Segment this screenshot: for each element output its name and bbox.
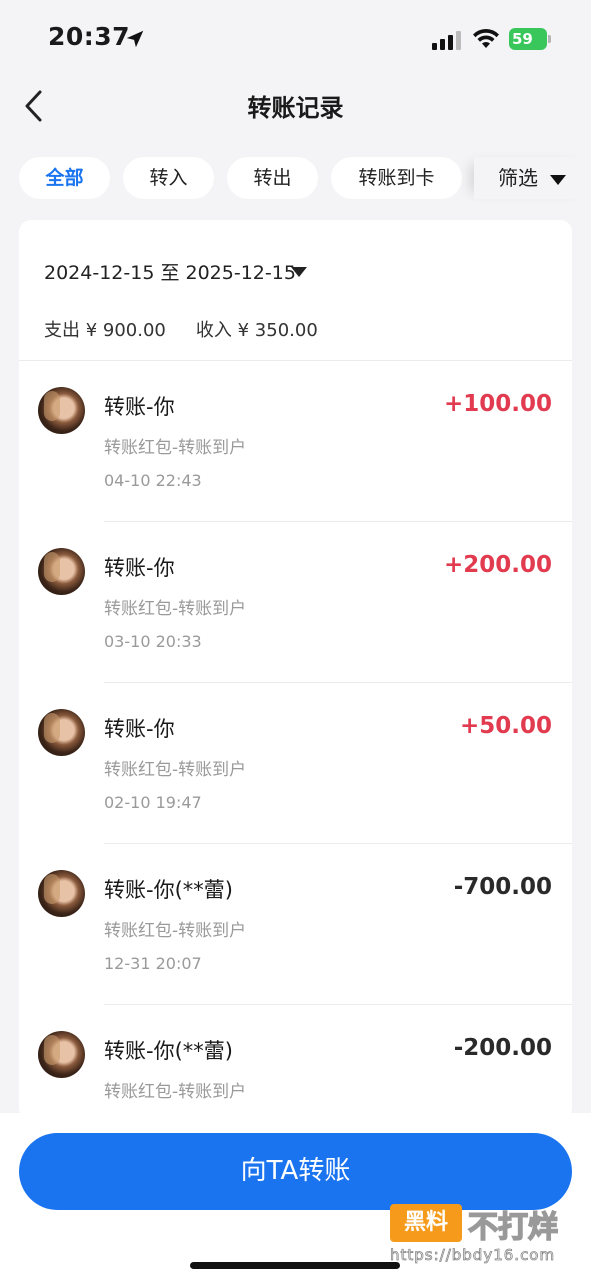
filter-tabs: 全部 转入 转出 转账到卡 筛选: [0, 157, 591, 199]
transaction-time: 12-31 20:07: [104, 954, 202, 973]
nav-bar: 转账记录: [0, 80, 591, 130]
location-arrow-icon: [126, 30, 144, 48]
transaction-row[interactable]: 转账-你(**蕾) 转账红包-转账到户 12-31 20:07 -700.00: [19, 844, 572, 1005]
filter-button[interactable]: 筛选: [474, 157, 591, 199]
transaction-subtitle: 转账红包-转账到户: [104, 438, 247, 458]
date-range-selector[interactable]: 2024-12-15 至 2025-12-15: [44, 258, 296, 285]
expense-total: 支出 ¥ 900.00: [44, 320, 166, 341]
transaction-time: 04-10 22:43: [104, 471, 202, 490]
transaction-subtitle: 转账红包-转账到户: [104, 599, 247, 619]
avatar: [38, 870, 85, 917]
transaction-title: 转账-你(**蕾): [104, 878, 233, 902]
avatar: [38, 709, 85, 756]
transaction-row[interactable]: 转账-你 转账红包-转账到户 02-10 19:47 +50.00: [19, 683, 572, 844]
records-card: 2024-12-15 至 2025-12-15 支出 ¥ 900.00 收入 ¥ …: [19, 220, 572, 1120]
page-title: 转账记录: [247, 94, 344, 122]
avatar: [38, 387, 85, 434]
transaction-time: 02-10 19:47: [104, 793, 202, 812]
transaction-subtitle: 转账红包-转账到户: [104, 921, 247, 941]
watermark: 黑料 不打烊 https://bbdy16.com: [390, 1200, 590, 1272]
transaction-row[interactable]: 转账-你(**蕾) 转账红包-转账到户 -200.00: [19, 1005, 572, 1120]
battery-icon: 59: [509, 28, 551, 50]
transaction-amount: +200.00: [443, 552, 552, 578]
transaction-title: 转账-你(**蕾): [104, 1039, 233, 1063]
transaction-time: 03-10 20:33: [104, 632, 202, 651]
transaction-title: 转账-你: [104, 717, 175, 741]
status-bar: 20:37 59: [0, 0, 591, 80]
tab-incoming[interactable]: 转入: [123, 157, 214, 199]
caret-down-icon: [550, 174, 566, 185]
income-total: 收入 ¥ 350.00: [195, 320, 318, 341]
wifi-icon: [473, 28, 499, 48]
transfer-to-ta-button[interactable]: 向TA转账: [19, 1133, 572, 1210]
transaction-subtitle: 转账红包-转账到户: [104, 760, 247, 780]
cellular-signal-icon: [432, 31, 461, 50]
transaction-amount: -700.00: [453, 874, 552, 900]
avatar: [38, 1031, 85, 1078]
battery-cap: [548, 35, 551, 43]
watermark-text: 不打烊: [467, 1209, 559, 1246]
transaction-row[interactable]: 转账-你 转账红包-转账到户 04-10 22:43 +100.00: [19, 361, 572, 522]
tab-outgoing[interactable]: 转出: [227, 157, 318, 199]
caret-down-icon[interactable]: [291, 267, 307, 277]
watermark-badge: 黑料: [390, 1204, 462, 1242]
battery-level: 59: [509, 28, 547, 50]
status-time: 20:37: [48, 22, 131, 51]
transaction-row[interactable]: 转账-你 转账红包-转账到户 03-10 20:33 +200.00: [19, 522, 572, 683]
tab-all[interactable]: 全部: [19, 157, 110, 199]
transaction-amount: -200.00: [453, 1035, 552, 1061]
summary-totals: 支出 ¥ 900.00 收入 ¥ 350.00: [44, 316, 348, 342]
tab-transfer-to-card[interactable]: 转账到卡: [331, 157, 462, 199]
back-chevron-icon[interactable]: [22, 88, 46, 124]
transaction-title: 转账-你: [104, 556, 175, 580]
avatar: [38, 548, 85, 595]
filter-label: 筛选: [498, 166, 538, 190]
transaction-amount: +100.00: [443, 391, 552, 417]
watermark-url: https://bbdy16.com: [390, 1246, 556, 1265]
transaction-title: 转账-你: [104, 395, 175, 419]
transaction-amount: +50.00: [459, 713, 552, 739]
transaction-subtitle: 转账红包-转账到户: [104, 1082, 247, 1102]
home-indicator: [190, 1262, 400, 1269]
